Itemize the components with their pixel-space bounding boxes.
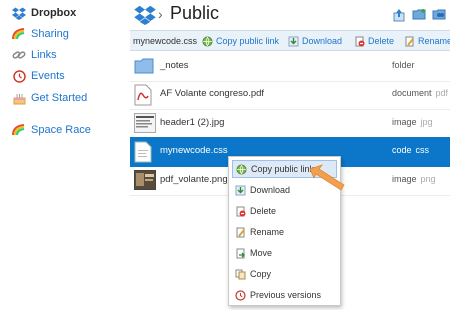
delete-icon: [235, 206, 246, 217]
download-icon: [288, 36, 299, 47]
sidebar-item-label: Get Started: [31, 92, 88, 104]
sidebar-brand-label: Dropbox: [31, 7, 77, 19]
css-file-icon: [134, 141, 154, 163]
breadcrumb-separator: ›: [158, 6, 163, 22]
rainbow-icon: [12, 27, 26, 41]
sidebar-item-label: Sharing: [31, 28, 69, 40]
sidebar-item-label: Links: [31, 49, 57, 61]
menu-item-label: Move: [250, 248, 273, 258]
rainbow-icon: [12, 123, 26, 137]
cake-icon: [12, 91, 26, 105]
delete-icon: [354, 36, 365, 47]
previous-versions-icon: [235, 289, 246, 301]
file-row[interactable]: AF Volante congreso.pdf document pdf: [130, 80, 450, 110]
upload-icon[interactable]: [392, 8, 406, 22]
file-kind: image png: [392, 174, 436, 184]
sidebar-item-label: Events: [31, 70, 65, 82]
download-icon: [235, 185, 246, 196]
menu-item-copy[interactable]: Copy: [232, 265, 337, 283]
file-kind: code css: [392, 145, 429, 155]
file-row[interactable]: header1 (2).jpg image jpg: [130, 109, 450, 139]
delete-button[interactable]: Delete: [354, 34, 394, 48]
header: › Public: [130, 0, 450, 30]
file-kind-label: document: [392, 88, 432, 98]
file-action-toolbar: mynewcode.css Copy public link Download …: [130, 30, 450, 51]
new-folder-icon[interactable]: [412, 8, 426, 22]
file-kind: document pdf: [392, 88, 448, 98]
menu-item-label: Previous versions: [250, 290, 322, 300]
dropbox-logo-icon: [12, 6, 26, 20]
menu-item-delete[interactable]: Delete: [232, 202, 337, 220]
sidebar-item-sharing[interactable]: Sharing: [12, 26, 69, 42]
menu-item-label: Delete: [250, 206, 277, 216]
file-name[interactable]: header1 (2).jpg: [160, 117, 224, 128]
folder-icon: [134, 56, 154, 78]
image-thumbnail-icon: [134, 113, 156, 135]
pdf-icon: [134, 84, 154, 106]
menu-item-label: Copy public link: [251, 164, 315, 174]
menu-item-previous-versions[interactable]: Previous versions: [232, 286, 337, 304]
file-ext: css: [415, 145, 430, 155]
file-name[interactable]: mynewcode.css: [160, 145, 228, 156]
sidebar: Dropbox Sharing Links Events Get Started…: [0, 0, 120, 310]
sidebar-item-space-race[interactable]: Space Race: [12, 122, 91, 138]
file-row[interactable]: _notes folder: [130, 52, 450, 82]
pointer-arrow-icon: [308, 163, 348, 198]
file-kind-label: folder: [392, 60, 415, 70]
file-name[interactable]: AF Volante congreso.pdf: [160, 88, 264, 99]
file-kind-label: code: [392, 145, 412, 155]
copy-public-link-button[interactable]: Copy public link: [202, 34, 279, 48]
menu-item-label: Copy: [250, 269, 272, 279]
file-name[interactable]: _notes: [160, 60, 189, 71]
rename-icon: [235, 227, 246, 238]
rename-label: Rename: [418, 36, 450, 46]
menu-item-label: Download: [250, 185, 291, 195]
file-ext: png: [420, 174, 436, 184]
globe-link-icon: [202, 36, 213, 47]
share-folder-icon[interactable]: [432, 8, 446, 22]
file-kind: folder: [392, 60, 419, 70]
rename-button[interactable]: Rename: [404, 34, 450, 48]
selected-file-name: mynewcode.css: [133, 36, 198, 46]
rename-icon: [404, 36, 415, 47]
download-button[interactable]: Download: [288, 34, 342, 48]
menu-item-label: Rename: [250, 227, 285, 237]
sidebar-item-get-started[interactable]: Get Started: [12, 90, 87, 106]
menu-item-move[interactable]: Move: [232, 244, 337, 262]
move-icon: [235, 248, 246, 259]
chain-link-icon: [12, 48, 26, 62]
file-kind: image jpg: [392, 117, 433, 127]
menu-item-rename[interactable]: Rename: [232, 223, 337, 241]
sidebar-item-label: Space Race: [31, 124, 91, 136]
copy-icon: [235, 269, 246, 280]
file-ext: jpg: [420, 117, 433, 127]
download-label: Download: [302, 36, 343, 46]
sidebar-item-events[interactable]: Events: [12, 68, 65, 84]
image-thumbnail-icon: [134, 170, 156, 192]
file-kind-label: image: [392, 117, 417, 127]
sidebar-brand-dropbox[interactable]: Dropbox: [12, 5, 76, 21]
page-title: Public: [170, 3, 220, 23]
clock-icon: [12, 69, 26, 83]
file-name[interactable]: pdf_volante.png: [160, 174, 228, 185]
delete-label: Delete: [368, 36, 395, 46]
sidebar-item-links[interactable]: Links: [12, 47, 57, 63]
file-kind-label: image: [392, 174, 417, 184]
dropbox-logo-icon: [134, 5, 156, 30]
globe-link-icon: [236, 164, 247, 175]
copy-public-link-label: Copy public link: [216, 36, 280, 46]
file-ext: pdf: [435, 88, 449, 98]
